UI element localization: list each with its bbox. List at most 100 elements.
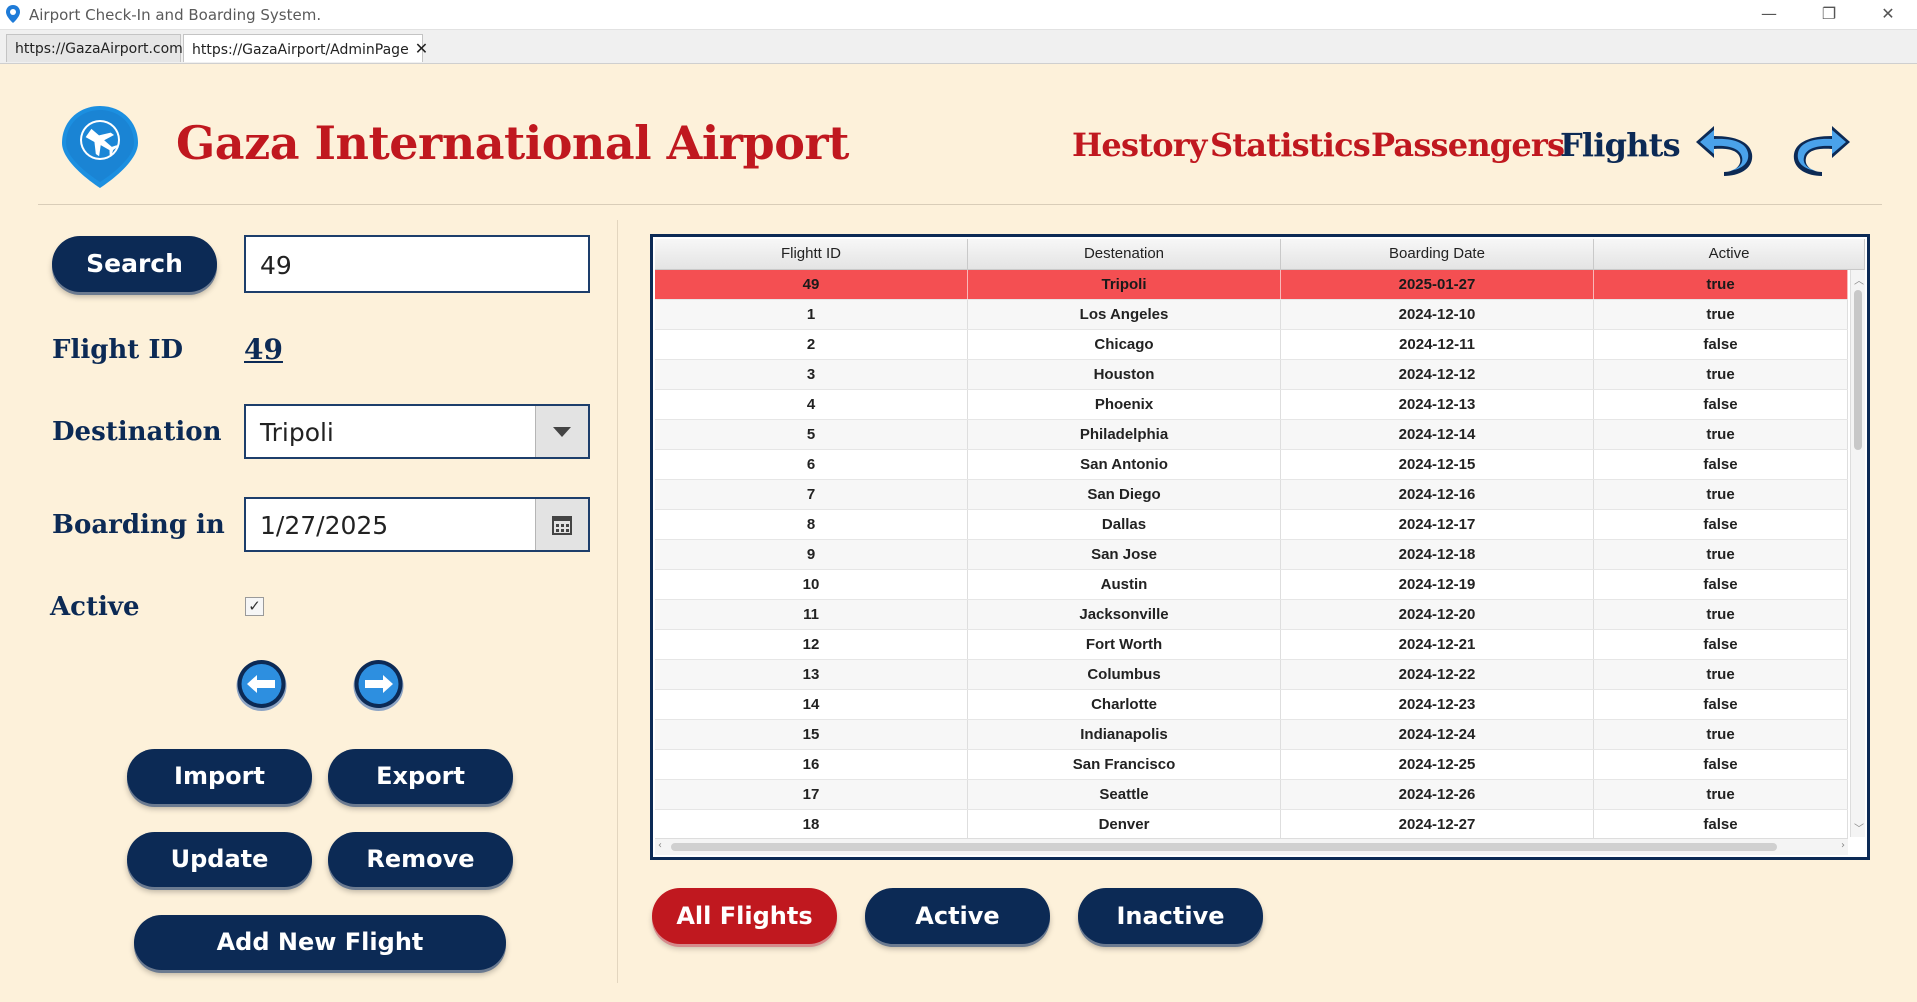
calendar-button[interactable] [535,499,588,550]
table-row[interactable]: 16 San Francisco 2024-12-25 false [655,750,1848,780]
import-button[interactable]: Import [127,749,312,804]
window-title-bar: Airport Check-In and Boarding System. — … [0,0,1917,30]
nav-statistics[interactable]: Statistics [1210,126,1371,164]
horizontal-scrollbar[interactable]: ‹ › [655,838,1848,855]
table-row[interactable]: 49 Tripoli 2025-01-27 true [655,270,1848,300]
cell-flight-id: 49 [655,270,968,299]
cell-destination: Los Angeles [968,300,1281,329]
chevron-down-icon [553,426,571,437]
update-button[interactable]: Update [127,832,312,887]
cell-boarding-date: 2024-12-17 [1281,510,1594,539]
close-icon[interactable]: ✕ [415,39,428,58]
left-arrow-icon[interactable] [235,658,288,711]
all-flights-filter-button[interactable]: All Flights [652,888,837,944]
column-header-active[interactable]: Active [1594,239,1865,269]
cell-flight-id: 10 [655,570,968,599]
column-header-boarding-date[interactable]: Boarding Date [1281,239,1594,269]
cell-destination: Dallas [968,510,1281,539]
cell-active: false [1594,450,1848,479]
table-row[interactable]: 2 Chicago 2024-12-11 false [655,330,1848,360]
cell-flight-id: 16 [655,750,968,779]
table-row[interactable]: 10 Austin 2024-12-19 false [655,570,1848,600]
cell-destination: San Francisco [968,750,1281,779]
cell-active: true [1594,480,1848,509]
search-input[interactable]: 49 [244,235,590,293]
horizontal-scroll-thumb[interactable] [671,843,1777,851]
flights-table: Flightt ID Destenation Boarding Date Act… [650,234,1870,860]
table-row[interactable]: 18 Denver 2024-12-27 false [655,810,1848,840]
destination-label: Destination [52,417,222,447]
cell-flight-id: 18 [655,810,968,839]
cell-destination: Columbus [968,660,1281,689]
cell-destination: Philadelphia [968,420,1281,449]
column-header-destination[interactable]: Destenation [968,239,1281,269]
undo-arrow-icon[interactable] [1694,122,1756,176]
scroll-up-icon[interactable]: ︿ [1854,272,1864,287]
vertical-scroll-thumb[interactable] [1854,290,1862,450]
search-button[interactable]: Search [52,236,217,292]
maximize-button[interactable]: ❐ [1814,3,1844,25]
cell-active: false [1594,510,1848,539]
cell-flight-id: 9 [655,540,968,569]
table-row[interactable]: 7 San Diego 2024-12-16 true [655,480,1848,510]
active-checkbox[interactable]: ✓ [245,597,264,616]
column-header-flight-id[interactable]: Flightt ID [655,239,968,269]
cell-destination: Seattle [968,780,1281,809]
nav-history[interactable]: Hestory [1072,126,1207,164]
table-row[interactable]: 3 Houston 2024-12-12 true [655,360,1848,390]
cell-boarding-date: 2024-12-11 [1281,330,1594,359]
close-window-button[interactable]: ✕ [1873,3,1903,25]
cell-active: false [1594,330,1848,359]
boarding-date-picker[interactable]: 1/27/2025 [244,497,590,552]
nav-flights[interactable]: Flights [1560,126,1681,164]
cell-active: true [1594,300,1848,329]
minimize-button[interactable]: — [1754,3,1784,25]
cell-boarding-date: 2024-12-18 [1281,540,1594,569]
table-row[interactable]: 4 Phoenix 2024-12-13 false [655,390,1848,420]
cell-destination: Austin [968,570,1281,599]
table-row[interactable]: 13 Columbus 2024-12-22 true [655,660,1848,690]
cell-active: true [1594,660,1848,689]
remove-button[interactable]: Remove [328,832,513,887]
table-row[interactable]: 9 San Jose 2024-12-18 true [655,540,1848,570]
right-arrow-icon[interactable] [352,658,405,711]
scroll-left-icon[interactable]: ‹ [658,840,662,851]
destination-select[interactable]: Tripoli [244,404,590,459]
destination-dropdown-toggle[interactable] [535,406,588,457]
cell-destination: San Diego [968,480,1281,509]
active-filter-button[interactable]: Active [865,888,1050,944]
table-row[interactable]: 14 Charlotte 2024-12-23 false [655,690,1848,720]
table-row[interactable]: 5 Philadelphia 2024-12-14 true [655,420,1848,450]
table-row[interactable]: 6 San Antonio 2024-12-15 false [655,450,1848,480]
cell-destination: Jacksonville [968,600,1281,629]
cell-boarding-date: 2024-12-24 [1281,720,1594,749]
cell-active: false [1594,690,1848,719]
panel-divider [617,220,618,983]
table-row[interactable]: 1 Los Angeles 2024-12-10 true [655,300,1848,330]
table-row[interactable]: 15 Indianapolis 2024-12-24 true [655,720,1848,750]
cell-flight-id: 17 [655,780,968,809]
inactive-filter-button[interactable]: Inactive [1078,888,1263,944]
cell-boarding-date: 2024-12-26 [1281,780,1594,809]
add-new-flight-button[interactable]: Add New Flight [134,915,506,970]
table-row[interactable]: 11 Jacksonville 2024-12-20 true [655,600,1848,630]
flight-id-label: Flight ID [52,335,184,365]
table-row[interactable]: 17 Seattle 2024-12-26 true [655,780,1848,810]
cell-flight-id: 15 [655,720,968,749]
cell-active: true [1594,360,1848,389]
scroll-right-icon[interactable]: › [1841,840,1845,851]
scroll-down-icon[interactable]: ﹀ [1854,820,1864,835]
nav-passengers[interactable]: Passengers [1371,126,1565,164]
cell-flight-id: 14 [655,690,968,719]
cell-boarding-date: 2024-12-16 [1281,480,1594,509]
location-pin-icon [6,5,20,23]
cell-boarding-date: 2024-12-15 [1281,450,1594,479]
table-row[interactable]: 12 Fort Worth 2024-12-21 false [655,630,1848,660]
tab-admin-page[interactable]: https://GazaAirport/AdminPage ✕ [183,34,428,62]
redo-arrow-icon[interactable] [1790,122,1852,176]
tab-home[interactable]: https://GazaAirport.com [6,34,183,62]
cell-active: false [1594,390,1848,419]
vertical-scrollbar[interactable]: ︿ ﹀ [1850,270,1865,837]
table-row[interactable]: 8 Dallas 2024-12-17 false [655,510,1848,540]
export-button[interactable]: Export [328,749,513,804]
